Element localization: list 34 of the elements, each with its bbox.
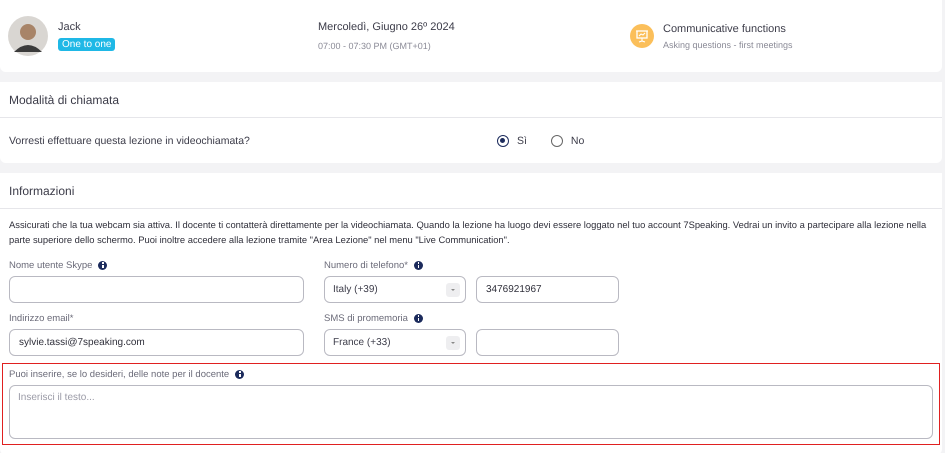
info-icon <box>235 370 244 378</box>
avatar <box>8 16 48 56</box>
country-dropdown[interactable]: Italy (+39) <box>324 276 466 303</box>
field-label: SMS di promemoria <box>324 312 408 324</box>
question-text: Vorresti effettuare questa lezione in videochiamata? <box>9 134 251 146</box>
field-label: Indirizzo email* <box>9 312 74 324</box>
radio-label[interactable]: Sì <box>517 134 527 146</box>
teacher-name: Jack <box>58 21 81 33</box>
caret-icon <box>446 336 460 350</box>
info-text: Assicurati che la tua webcam sia attiva. Il docente ti contatterà direttamente per la videochiamata. Quando la lezione ha luogo devi essere loggato nel tuo account 7Speaking. Vedrai un invito a partecipare alla lezione nella parte superiore dello schermo. Puoi inoltre accedere alla lezione tramite "Area Lezione" nel menu "Live Communication". <box>9 218 928 247</box>
section-title: Modalità di chiamata <box>9 92 120 106</box>
skype-field[interactable] <box>9 276 304 303</box>
presentation-board-icon <box>630 24 654 48</box>
field-label: Nome utente Skype <box>9 260 92 270</box>
section-title: Informazioni <box>9 184 74 198</box>
radio-button[interactable] <box>497 134 509 146</box>
sms-phone-field[interactable] <box>476 329 619 356</box>
country-dropdown[interactable]: France (+33) <box>324 329 466 356</box>
email-field[interactable]: sylvie.tassi@7speaking.com <box>9 329 304 356</box>
topic-title: Communicative functions <box>663 22 786 34</box>
lesson-type-badge: One to one <box>58 38 116 51</box>
field-label: Numero di telefono* <box>324 260 408 270</box>
caret-icon <box>446 282 460 296</box>
topic-subtitle: Asking questions - first meetings <box>663 40 793 50</box>
info-icon <box>414 260 423 270</box>
notes-field[interactable]: Inserisci il testo... <box>9 385 933 439</box>
info-icon <box>98 260 108 270</box>
lesson-time: 07:00 - 07:30 PM (GMT+01) <box>318 41 432 51</box>
radio-button[interactable] <box>550 134 563 146</box>
phone-field[interactable]: 3476921967 <box>476 276 619 303</box>
field-label: Puoi inserire, se lo desideri, delle note per il docente <box>9 368 230 380</box>
info-icon <box>414 314 423 322</box>
radio-label[interactable]: No <box>570 134 584 146</box>
lesson-date: Mercoledì, Giugno 26º 2024 <box>318 21 456 33</box>
